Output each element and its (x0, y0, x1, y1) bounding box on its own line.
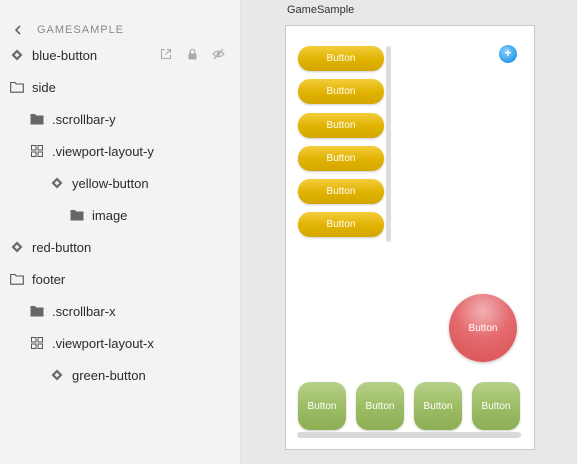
tree-item-label: green-button (72, 367, 146, 383)
tree-item-viewport-layout-y[interactable]: .viewport-layout-y (0, 136, 241, 166)
yellow-button[interactable]: Button (298, 179, 384, 204)
folder-outline-icon (9, 79, 25, 95)
tree-item-blue-button[interactable]: blue-button (0, 40, 241, 70)
component-icon (9, 47, 25, 63)
tree-item-label: blue-button (32, 47, 98, 63)
lock-icon[interactable] (185, 47, 199, 61)
green-button[interactable]: Button (414, 382, 462, 430)
tree-item-scrollbar-y[interactable]: .scrollbar-y (0, 104, 241, 134)
row-actions (159, 47, 225, 61)
yellow-button[interactable]: Button (298, 79, 384, 104)
green-button[interactable]: Button (472, 382, 520, 430)
yellow-button[interactable]: Button (298, 46, 384, 71)
tree-item-label: yellow-button (72, 175, 149, 191)
red-button[interactable]: Button (449, 294, 517, 362)
tree-item-label: .viewport-layout-y (52, 143, 154, 159)
tree-item-green-button[interactable]: green-button (0, 360, 241, 390)
tree-item-side[interactable]: side (0, 72, 241, 102)
tree-item-footer[interactable]: footer (0, 264, 241, 294)
green-button[interactable]: Button (298, 382, 346, 430)
component-icon (9, 239, 25, 255)
component-icon (49, 175, 65, 191)
grid-layout-icon (29, 143, 45, 159)
tree-item-yellow-button[interactable]: yellow-button (0, 168, 241, 198)
tree-item-label: .scrollbar-y (52, 111, 116, 127)
eye-hidden-icon[interactable] (211, 47, 225, 61)
green-button[interactable]: Button (356, 382, 404, 430)
tree-item-label: image (92, 207, 128, 223)
open-external-icon[interactable] (159, 47, 173, 61)
folder-icon (29, 111, 45, 127)
folder-outline-icon (9, 271, 25, 287)
folder-icon (69, 207, 85, 223)
blue-button[interactable]: + (499, 45, 517, 63)
tree-item-viewport-layout-x[interactable]: .viewport-layout-x (0, 328, 241, 358)
tree-item-image[interactable]: image (0, 200, 241, 230)
tree-item-scrollbar-x[interactable]: .scrollbar-x (0, 296, 241, 326)
folder-icon (29, 303, 45, 319)
canvas-title: GameSample (287, 4, 355, 16)
tree-item-label: side (32, 79, 56, 95)
footer-scrollbar-x[interactable] (297, 432, 521, 438)
yellow-button[interactable]: Button (298, 212, 384, 237)
back-icon[interactable] (10, 21, 26, 39)
panel-header: GAMESAMPLE (0, 20, 241, 40)
yellow-button[interactable]: Button (298, 113, 384, 138)
tree-item-label: footer (32, 271, 66, 287)
tree-item-red-button[interactable]: red-button (0, 232, 241, 262)
grid-layout-icon (29, 335, 45, 351)
panel-title: GAMESAMPLE (37, 24, 125, 36)
tree-item-label: .scrollbar-x (52, 303, 116, 319)
component-icon (49, 367, 65, 383)
yellow-button[interactable]: Button (298, 146, 384, 171)
layers-panel: GAMESAMPLE blue-button side .scrollbar-y… (0, 0, 241, 464)
tree-item-label: red-button (32, 239, 92, 255)
tree-item-label: .viewport-layout-x (52, 335, 154, 351)
side-scrollbar-y[interactable] (386, 46, 391, 242)
